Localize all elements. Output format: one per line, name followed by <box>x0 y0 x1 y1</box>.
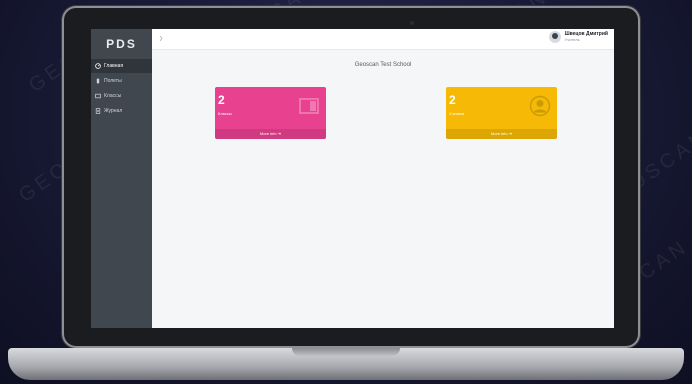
more-info-link[interactable]: More info ➔ <box>215 129 326 139</box>
card-count: 2 <box>218 93 225 107</box>
sidebar-item-journal[interactable]: Журнал <box>91 104 152 118</box>
app-logo[interactable]: PDS <box>91 29 152 59</box>
classes-icon <box>95 93 101 99</box>
classes-icon <box>299 98 319 114</box>
more-info-label: More info <box>490 131 508 136</box>
user-icon <box>529 95 551 117</box>
sidebar-item-label: Классы <box>104 93 122 99</box>
sidebar-toggle-icon[interactable] <box>159 35 163 42</box>
camera <box>410 21 414 25</box>
topbar: Швецов Дмитрий Учитель <box>152 29 614 50</box>
arrow-right-icon: ➔ <box>508 131 513 136</box>
stat-card-classes: 2 Классы More info ➔ <box>215 87 326 139</box>
stat-card-students: 2 Ученики More info ➔ <box>446 87 557 139</box>
sidebar-item-flights[interactable]: Полеты <box>91 74 152 88</box>
user-menu[interactable]: Швецов Дмитрий Учитель <box>548 31 608 43</box>
sidebar-item-label: Журнал <box>104 108 123 114</box>
arrow-right-icon: ➔ <box>277 131 282 136</box>
sidebar: PDS Главная Полеты Классы Журнал <box>91 29 152 328</box>
app-screen: PDS Главная Полеты Классы Журнал Швецов … <box>91 29 614 328</box>
card-count: 2 <box>449 93 456 107</box>
page-title: Geoscan Test School <box>354 62 412 68</box>
more-info-link[interactable]: More info ➔ <box>446 129 557 139</box>
sidebar-item-label: Полеты <box>104 78 122 84</box>
flight-icon <box>96 78 100 84</box>
laptop-hinge-notch <box>292 348 400 356</box>
card-label: Классы <box>218 111 232 116</box>
sidebar-item-label: Главная <box>104 63 124 69</box>
sidebar-item-classes[interactable]: Классы <box>91 89 152 103</box>
more-info-label: More info <box>259 131 277 136</box>
sidebar-item-home[interactable]: Главная <box>91 59 152 73</box>
user-role: Учитель <box>564 37 580 42</box>
dashboard-icon <box>95 63 101 69</box>
avatar <box>548 31 561 43</box>
card-label: Ученики <box>449 111 465 116</box>
journal-icon <box>95 108 101 114</box>
